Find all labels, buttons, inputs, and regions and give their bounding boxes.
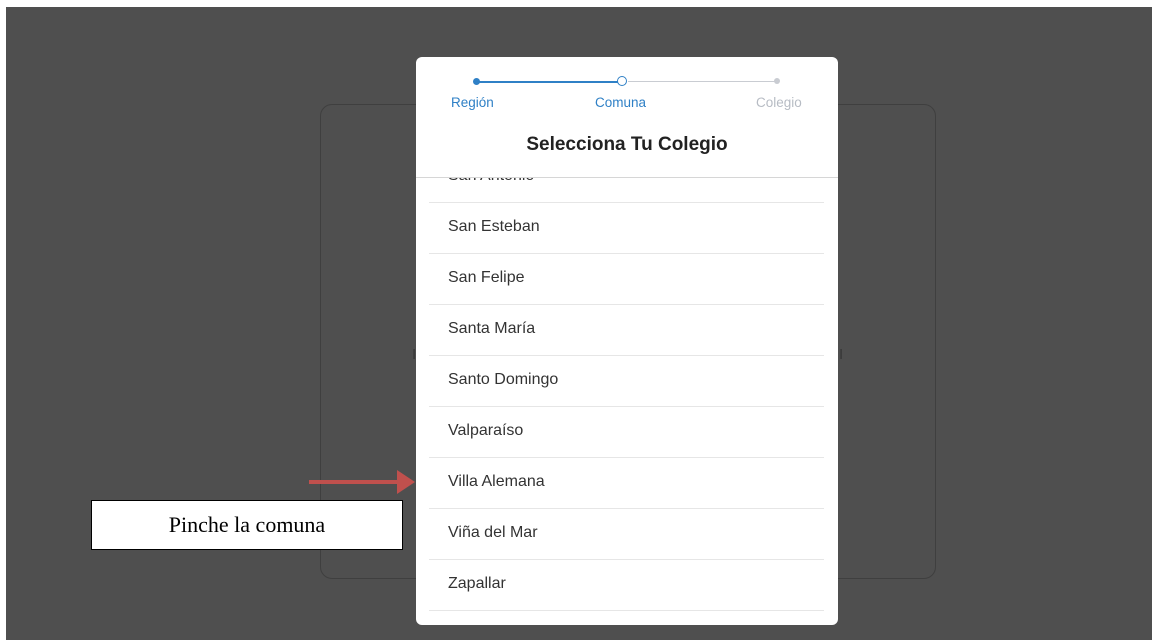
list-item[interactable]: Santo Domingo	[429, 356, 824, 407]
comuna-list[interactable]: San Antonio San Esteban San Felipe Santa…	[416, 177, 838, 625]
step-dot-comuna[interactable]	[617, 76, 627, 86]
modal-title: Selecciona Tu Colegio	[526, 134, 728, 155]
list-item[interactable]: Valparaíso	[429, 407, 824, 458]
list-item-label: Santa María	[448, 320, 536, 337]
list-item-label: Viña del Mar	[448, 524, 538, 541]
list-item[interactable]: San Antonio	[429, 178, 824, 203]
list-item[interactable]: Viña del Mar	[429, 509, 824, 560]
instruction-callout: Pinche la comuna	[91, 500, 403, 550]
background-text-fragment: I	[839, 346, 844, 363]
step-label-region[interactable]: Región	[451, 95, 494, 110]
step-dot-colegio[interactable]	[774, 78, 780, 84]
step-label-colegio[interactable]: Colegio	[756, 95, 802, 110]
pointer-arrow-shaft	[309, 480, 405, 484]
list-item[interactable]: San Felipe	[429, 254, 824, 305]
list-item[interactable]: Zapallar	[429, 560, 824, 611]
step-label-comuna[interactable]: Comuna	[595, 95, 646, 110]
step-connector-pending	[628, 81, 776, 82]
list-item-label: San Esteban	[448, 218, 540, 235]
list-item-label: Zapallar	[448, 575, 506, 592]
step-connector-completed	[476, 81, 618, 83]
list-item-label: San Antonio	[448, 178, 534, 185]
list-item-label: Villa Alemana	[448, 473, 545, 490]
step-dot-region[interactable]	[473, 78, 480, 85]
list-item-label: San Felipe	[448, 269, 525, 286]
list-item-label: Santo Domingo	[448, 371, 559, 388]
pointer-arrow-icon	[397, 470, 415, 494]
list-item[interactable]: Santa María	[429, 305, 824, 356]
list-item-villa-alemana[interactable]: Villa Alemana	[429, 458, 824, 509]
select-school-modal: Región Comuna Colegio Selecciona Tu Cole…	[416, 57, 838, 625]
list-item-label: Valparaíso	[448, 422, 524, 439]
list-item[interactable]: San Esteban	[429, 203, 824, 254]
